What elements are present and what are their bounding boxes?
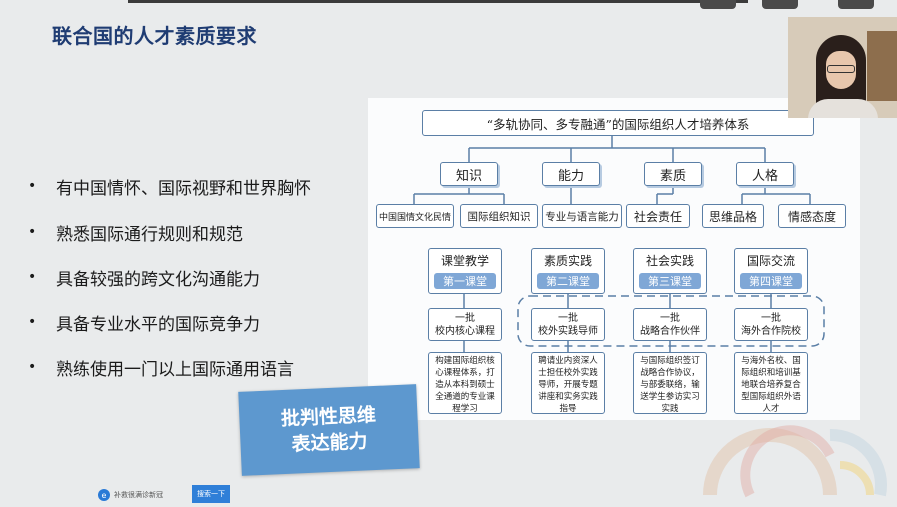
presenter-glasses bbox=[827, 65, 855, 73]
classroom-tag: 第四课堂 bbox=[740, 273, 802, 289]
slide-title: 联合国的人才素质要求 bbox=[52, 24, 257, 48]
bullet-text: 有中国情怀、国际视野和世界胸怀 bbox=[56, 178, 311, 199]
search-button[interactable]: 搜索一下 bbox=[192, 485, 230, 503]
top-window-bar bbox=[128, 0, 748, 3]
video-shelf bbox=[867, 31, 897, 101]
bullet-item: • 有中国情怀、国际视野和世界胸怀 bbox=[28, 174, 311, 199]
bullet-dot: • bbox=[28, 224, 37, 240]
search-text: 补救很满诊新冠 bbox=[114, 491, 163, 499]
browser-taskbar: e 补救很满诊新冠 搜索一下 bbox=[70, 484, 250, 506]
bullet-item: • 具备专业水平的国际竞争力 bbox=[28, 310, 260, 335]
top-bar-button[interactable] bbox=[762, 0, 798, 9]
batch-box: 一批 海外合作院校 bbox=[734, 308, 808, 341]
bullet-item: • 具备较强的跨文化沟通能力 bbox=[28, 265, 260, 290]
category-knowledge: 知识 bbox=[440, 162, 498, 186]
classroom-tag: 第三课堂 bbox=[639, 273, 701, 289]
classroom-tag: 第二课堂 bbox=[537, 273, 599, 289]
attribute-box: 专业与语言能力 bbox=[542, 204, 622, 228]
attribute-box: 社会责任 bbox=[626, 204, 690, 228]
bullet-item: • 熟悉国际通行规则和规范 bbox=[28, 220, 243, 245]
classroom-description: 聘请业内资深人士担任校外实践导师，开展专题讲座和实务实践指导 bbox=[531, 352, 605, 414]
classroom-name: 社会实践 bbox=[645, 253, 694, 268]
batch-box: 一批 校外实践导师 bbox=[531, 308, 605, 341]
bullet-dot: • bbox=[28, 269, 37, 285]
critical-thinking-callout: 批判性思维 表达能力 bbox=[238, 384, 420, 476]
bullet-text: 具备专业水平的国际竞争力 bbox=[56, 314, 260, 335]
top-bar-button[interactable] bbox=[838, 0, 874, 9]
callout-line-2: 表达能力 bbox=[291, 430, 369, 456]
bullet-text: 具备较强的跨文化沟通能力 bbox=[56, 269, 260, 290]
classroom-name: 国际交流 bbox=[746, 253, 795, 268]
classroom-name: 课堂教学 bbox=[440, 253, 489, 268]
classroom-name: 素质实践 bbox=[543, 253, 592, 268]
ie-icon: e bbox=[98, 489, 110, 501]
classroom-description: 构建国际组织核心课程体系，打造从本科到硕士全通道的专业课程学习 bbox=[428, 352, 502, 414]
bullet-dot: • bbox=[28, 314, 37, 330]
category-ability: 能力 bbox=[542, 162, 600, 186]
search-box[interactable]: e 补救很满诊新冠 bbox=[98, 487, 206, 503]
bullet-dot: • bbox=[28, 359, 37, 375]
presenter-body bbox=[808, 99, 878, 118]
attribute-box: 情感态度 bbox=[778, 204, 846, 228]
bullet-text: 熟悉国际通行规则和规范 bbox=[56, 224, 243, 245]
bullet-dot: • bbox=[28, 178, 37, 194]
category-quality: 素质 bbox=[644, 162, 702, 186]
bullet-item: • 熟练使用一门以上国际通用语言 bbox=[28, 355, 294, 380]
decorative-rings bbox=[703, 425, 887, 498]
diagram-root-box: “多轨协同、多专融通”的国际组织人才培养体系 bbox=[422, 110, 814, 136]
attribute-box: 中国国情文化民情 bbox=[376, 204, 454, 228]
bullet-text: 熟练使用一门以上国际通用语言 bbox=[56, 359, 294, 380]
attribute-box: 思维品格 bbox=[702, 204, 764, 228]
attribute-box: 国际组织知识 bbox=[460, 204, 538, 228]
category-personality: 人格 bbox=[736, 162, 794, 186]
batch-box: 一批 战略合作伙伴 bbox=[633, 308, 707, 341]
classroom-tag: 第一课堂 bbox=[434, 273, 496, 289]
talent-system-diagram: “多轨协同、多专融通”的国际组织人才培养体系 知识 能力 素质 人格 中国国情文… bbox=[368, 98, 860, 420]
top-bar-button[interactable] bbox=[700, 0, 736, 9]
presenter-video-thumbnail[interactable] bbox=[788, 17, 897, 118]
batch-box: 一批 校内核心课程 bbox=[428, 308, 502, 341]
